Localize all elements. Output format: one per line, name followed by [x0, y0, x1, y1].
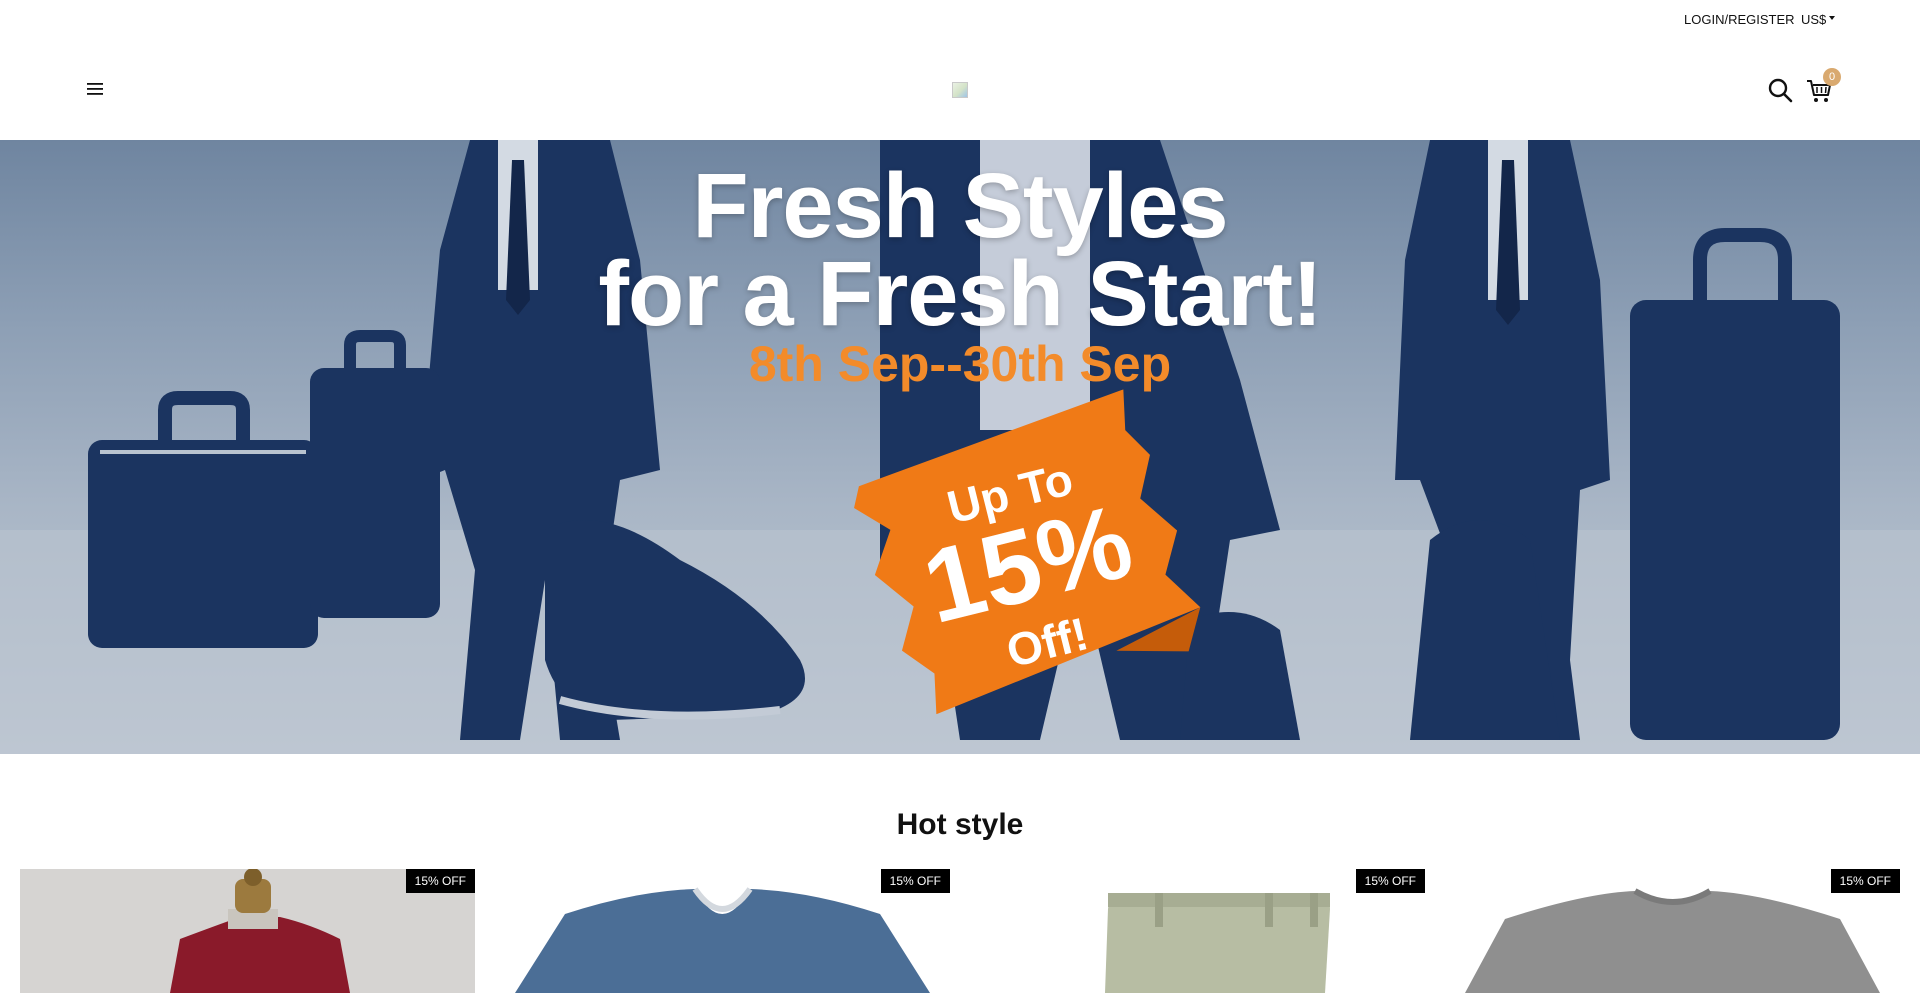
- hero-dates: 8th Sep--30th Sep: [748, 336, 1172, 392]
- hero-title-line1: Fresh Styles: [692, 155, 1228, 257]
- section-title-hot-style: Hot style: [896, 808, 1024, 841]
- product-grid: 15% OFF 15% OFF 15% OFF 15% OFF: [0, 869, 1920, 993]
- search-icon[interactable]: [1767, 77, 1793, 103]
- site-header: 0: [0, 40, 1920, 140]
- product-card[interactable]: 15% OFF: [1445, 869, 1900, 993]
- currency-selector[interactable]: US$: [1801, 12, 1836, 27]
- product-card[interactable]: 15% OFF: [20, 869, 475, 993]
- site-logo-broken-image-icon[interactable]: [952, 82, 968, 98]
- discount-badge: 15% OFF: [1355, 869, 1425, 893]
- product-card[interactable]: 15% OFF: [495, 869, 950, 993]
- discount-badge: 15% OFF: [1830, 869, 1900, 893]
- caret-down-icon: [1829, 15, 1836, 20]
- discount-badge: 15% OFF: [405, 869, 475, 893]
- hero-banner[interactable]: Fresh Styles for a Fresh Start! 8th Sep-…: [0, 140, 1920, 754]
- hamburger-menu-icon[interactable]: [84, 78, 106, 100]
- hero-title-line2: for a Fresh Start!: [598, 243, 1322, 345]
- product-card[interactable]: 15% OFF: [970, 869, 1425, 993]
- currency-label: US$: [1801, 12, 1827, 27]
- top-utility-bar: LOGIN/REGISTER US$: [0, 0, 1920, 40]
- cart-count-badge: 0: [1823, 68, 1841, 86]
- login-register-link[interactable]: LOGIN/REGISTER: [1684, 12, 1795, 27]
- discount-badge: 15% OFF: [880, 869, 950, 893]
